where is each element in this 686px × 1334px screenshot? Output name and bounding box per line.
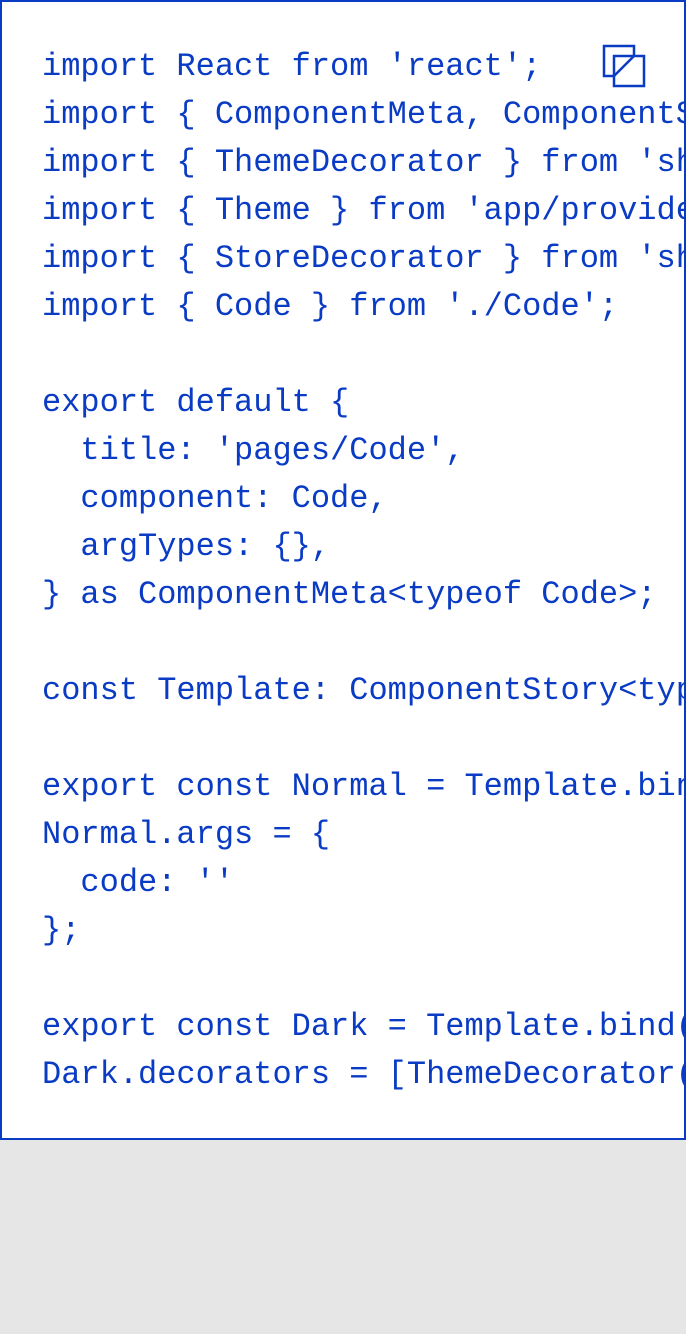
code-line: import React from 'react'; xyxy=(42,48,542,85)
code-line: } as ComponentMeta<typeof Code>; xyxy=(42,576,657,613)
code-block-card: import React from 'react'; import { Compo… xyxy=(0,0,686,1140)
code-line: title: 'pages/Code', xyxy=(42,432,465,469)
code-line: import { Code } from './Code'; xyxy=(42,288,619,325)
code-line: }; xyxy=(42,912,81,949)
code-line: code: '' xyxy=(42,864,235,901)
code-line: import { Theme } from 'app/providers/The… xyxy=(42,192,684,229)
code-line: export const Dark = Template.bind({}); xyxy=(42,1008,684,1045)
code-line: argTypes: {}, xyxy=(42,528,331,565)
code-line: import { ThemeDecorator } from 'shared/c… xyxy=(42,144,684,181)
code-line: Normal.args = { xyxy=(42,816,331,853)
code-line: Dark.decorators = [ThemeDecorator(Theme.… xyxy=(42,1056,684,1093)
copy-button[interactable] xyxy=(600,42,648,90)
code-line: import { ComponentMeta, ComponentStory }… xyxy=(42,96,684,133)
code-line: component: Code, xyxy=(42,480,388,517)
copy-icon xyxy=(602,44,646,88)
code-line: const Template: ComponentStory<typeof Co… xyxy=(42,672,684,709)
code-line: export const Normal = Template.bind({}); xyxy=(42,768,684,805)
code-line: import { StoreDecorator } from 'shared/c… xyxy=(42,240,684,277)
code-line: export default { xyxy=(42,384,350,421)
code-block: import React from 'react'; import { Compo… xyxy=(42,43,684,1099)
